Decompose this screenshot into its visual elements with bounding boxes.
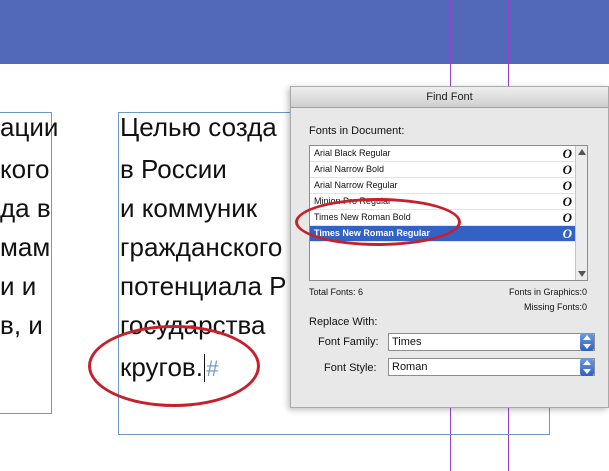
- font-list-item[interactable]: Arial Black Regular O: [310, 146, 575, 162]
- opentype-icon: O: [562, 226, 572, 241]
- left-line: в, и: [0, 310, 43, 340]
- replace-with-label: Replace With:: [309, 316, 378, 328]
- total-fonts: Total Fonts: 6: [309, 287, 364, 297]
- main-line: потенциала Р: [120, 271, 287, 301]
- font-family-dropdown-icon[interactable]: [580, 333, 594, 351]
- font-name: Arial Narrow Bold: [314, 164, 385, 174]
- left-line: кого: [0, 154, 50, 184]
- opentype-icon: O: [562, 146, 572, 161]
- dialog-title: Find Font: [426, 91, 473, 103]
- opentype-icon: O: [562, 178, 572, 193]
- left-line: ации: [0, 112, 59, 142]
- scroll-down-arrow-icon[interactable]: [578, 271, 586, 277]
- main-line: Целью созда: [120, 112, 277, 142]
- main-line: гражданского: [120, 232, 283, 262]
- scroll-up-arrow-icon[interactable]: [578, 149, 586, 155]
- font-name: Arial Black Regular: [314, 148, 391, 158]
- opentype-icon: O: [562, 194, 572, 209]
- missing-fonts: Missing Fonts:0: [523, 302, 587, 312]
- font-family-select[interactable]: Times: [388, 333, 595, 351]
- font-list-item[interactable]: Arial Narrow Regular O: [310, 178, 575, 194]
- dialog-titlebar[interactable]: Find Font: [291, 87, 608, 108]
- highlight-ring-font: [295, 198, 461, 246]
- font-style-dropdown-icon[interactable]: [580, 358, 594, 376]
- font-name: Arial Narrow Regular: [314, 180, 398, 190]
- fonts-in-document-label: Fonts in Document:: [309, 125, 405, 137]
- main-line: и коммуник: [120, 193, 258, 223]
- font-style-select[interactable]: Roman: [388, 358, 595, 376]
- left-line: да в: [0, 193, 51, 223]
- font-style-value: Roman: [392, 361, 428, 373]
- opentype-icon: O: [562, 162, 572, 177]
- main-line: в России: [120, 154, 227, 184]
- font-style-label: Font Style:: [324, 362, 377, 374]
- font-family-label: Font Family:: [318, 336, 379, 348]
- find-font-dialog: Find Font Fonts in Document: Arial Black…: [290, 86, 609, 408]
- left-line: и и: [0, 271, 37, 301]
- left-line: мам: [0, 232, 51, 262]
- font-list-item[interactable]: Arial Narrow Bold O: [310, 162, 575, 178]
- font-family-value: Times: [392, 336, 422, 348]
- fonts-in-graphics: Fonts in Graphics:0: [508, 287, 587, 297]
- header-banner: [0, 0, 609, 64]
- highlight-ring-text: [88, 325, 260, 407]
- fonts-list-scrollbar[interactable]: [575, 146, 587, 280]
- opentype-icon: O: [562, 210, 572, 225]
